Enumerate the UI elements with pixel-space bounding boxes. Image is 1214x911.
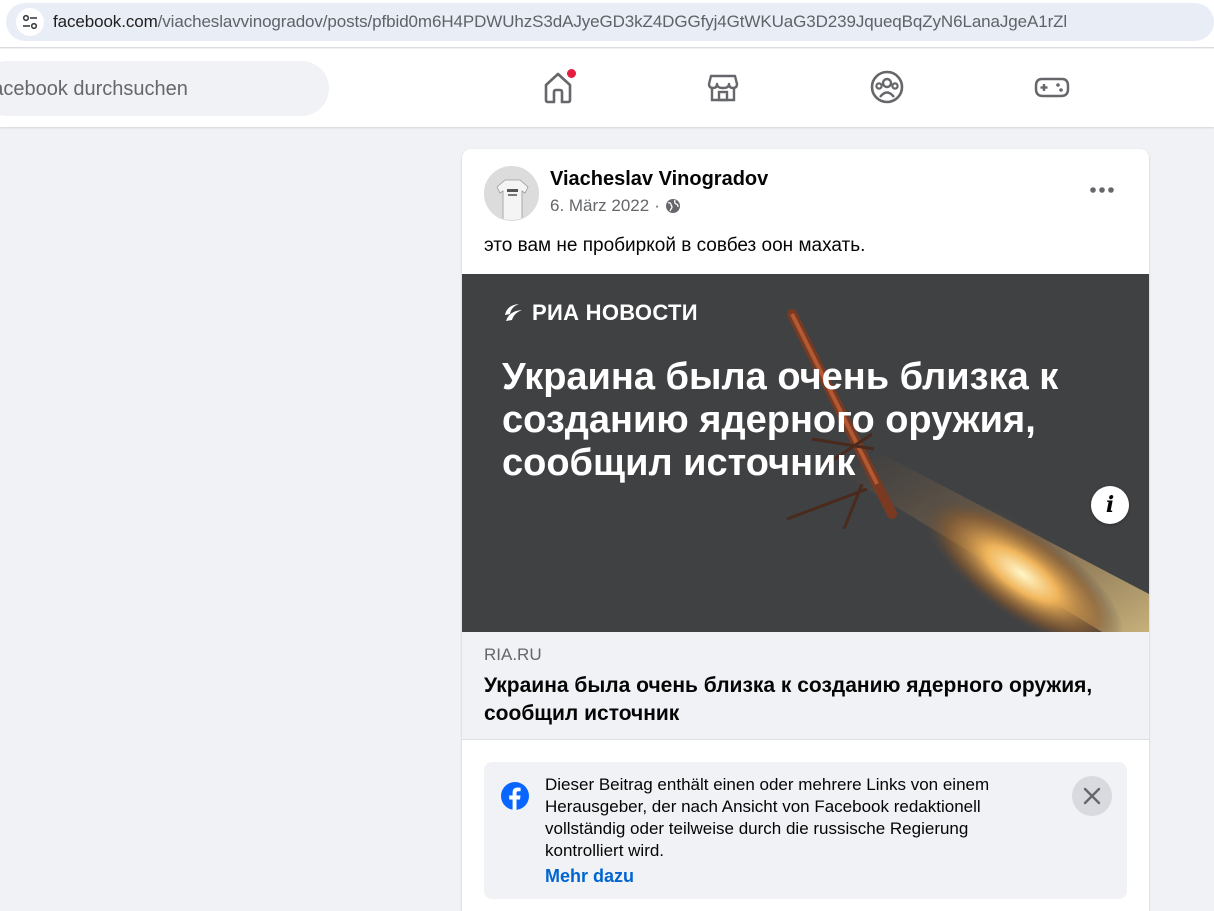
learn-more-link[interactable]: Mehr dazu bbox=[545, 866, 634, 887]
post-meta: 6. März 2022 · bbox=[550, 196, 681, 216]
close-notice-button[interactable] bbox=[1072, 776, 1112, 816]
groups-icon bbox=[870, 70, 904, 104]
search-input[interactable]: Facebook durchsuchen bbox=[0, 78, 188, 101]
author-avatar[interactable] bbox=[484, 166, 539, 221]
link-domain: RIA.RU bbox=[484, 645, 542, 664]
facebook-top-nav: Facebook durchsuchen bbox=[0, 49, 1214, 127]
info-icon: i bbox=[1105, 492, 1115, 518]
image-headline: Украина была очень близка к созданию яде… bbox=[502, 356, 1059, 484]
url-path: /viacheslavvinogradov/posts/pfbid0m6H4PD… bbox=[157, 12, 1068, 31]
nav-groups[interactable] bbox=[866, 66, 908, 108]
nav-marketplace[interactable] bbox=[702, 66, 744, 108]
facebook-logo-icon bbox=[501, 782, 529, 810]
more-icon bbox=[1090, 187, 1114, 193]
post-author-name[interactable]: Viacheslav Vinogradov bbox=[550, 168, 768, 191]
home-notification-dot bbox=[566, 68, 577, 79]
url-host: facebook.com bbox=[53, 12, 158, 31]
post-card: Viacheslav Vinogradov 6. März 2022 · это… bbox=[462, 149, 1149, 911]
post-text: это вам не пробиркой в совбез оон махать… bbox=[484, 235, 866, 256]
globe-icon bbox=[665, 199, 680, 213]
close-icon bbox=[1083, 787, 1101, 805]
marketplace-icon bbox=[707, 74, 739, 102]
state-media-notice: Dieser Beitrag enthält einen oder mehrer… bbox=[484, 762, 1127, 899]
gaming-icon bbox=[1034, 77, 1070, 98]
url-text: facebook.com/viacheslavvinogradov/posts/… bbox=[53, 12, 1067, 32]
url-field[interactable]: facebook.com/viacheslavvinogradov/posts/… bbox=[6, 3, 1214, 41]
info-button[interactable]: i bbox=[1091, 486, 1129, 524]
link-title[interactable]: Украина была очень близка к созданию яде… bbox=[484, 672, 1104, 728]
notice-text: Dieser Beitrag enthält einen oder mehrer… bbox=[545, 775, 990, 860]
post-options-button[interactable] bbox=[1082, 172, 1122, 208]
site-settings-icon[interactable] bbox=[16, 8, 44, 36]
meta-separator: · bbox=[654, 196, 660, 215]
ria-logo-text: РИА НОВОСТИ bbox=[532, 300, 698, 325]
ria-logo: РИА НОВОСТИ bbox=[502, 300, 698, 326]
post-date[interactable]: 6. März 2022 bbox=[550, 196, 649, 216]
search-box[interactable]: Facebook durchsuchen bbox=[0, 61, 329, 116]
link-preview-meta[interactable]: RIA.RU Украина была очень близка к созда… bbox=[462, 632, 1149, 740]
ria-logo-icon bbox=[505, 304, 522, 321]
nav-home[interactable] bbox=[537, 66, 579, 108]
link-preview-image[interactable]: РИА НОВОСТИ Украина была очень близка к … bbox=[462, 274, 1149, 632]
browser-address-bar: facebook.com/viacheslavvinogradov/posts/… bbox=[0, 0, 1214, 48]
nav-gaming[interactable] bbox=[1031, 66, 1073, 108]
